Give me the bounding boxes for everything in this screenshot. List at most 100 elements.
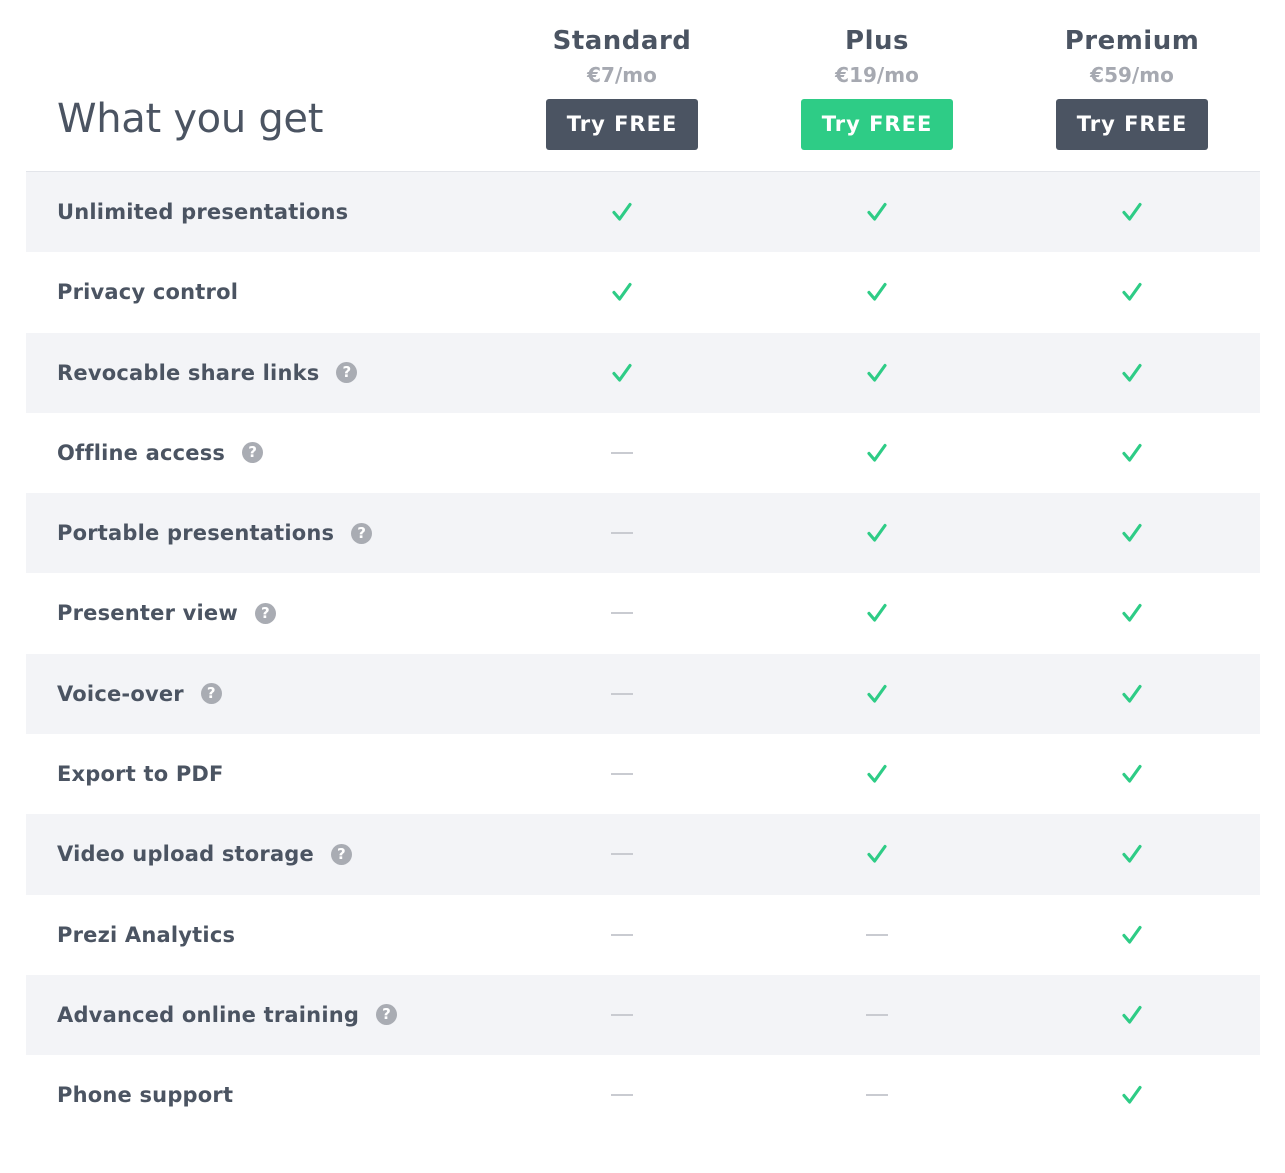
table-header: What you get Standard €7/mo Try FREE Plu… (26, 0, 1260, 172)
table-row: Advanced online training? (26, 974, 1260, 1056)
help-icon[interactable]: ? (336, 362, 358, 384)
plan-availability-cell (847, 172, 907, 252)
check-icon (611, 362, 633, 384)
plan-name: Standard (552, 26, 692, 56)
check-icon (1121, 1004, 1143, 1026)
check-icon (1121, 362, 1143, 384)
help-icon[interactable]: ? (200, 683, 222, 705)
page-title: What you get (57, 96, 324, 142)
check-icon (1121, 843, 1143, 865)
plan-availability-cell (1102, 252, 1162, 332)
check-icon (866, 602, 888, 624)
feature-cell: Video upload storage? (57, 814, 352, 894)
check-icon (866, 362, 888, 384)
feature-label: Prezi Analytics (57, 922, 236, 947)
table-row: Voice-over? (26, 653, 1260, 735)
dash-icon (611, 612, 633, 615)
dash-icon (611, 451, 633, 454)
help-icon[interactable]: ? (351, 522, 373, 544)
check-icon (866, 683, 888, 705)
plan-availability-cell (1102, 413, 1162, 493)
table-row: Offline access? (26, 413, 1260, 493)
table-row: Video upload storage? (26, 814, 1260, 895)
try-free-standard-button[interactable]: Try FREE (546, 99, 698, 150)
feature-cell: Advanced online training? (57, 975, 398, 1055)
check-icon (611, 281, 633, 303)
plan-name: Premium (1064, 26, 1200, 56)
table-row: Prezi Analytics (26, 895, 1260, 975)
plan-availability-cell (847, 333, 907, 413)
feature-label: Offline access (57, 440, 226, 465)
feature-label: Video upload storage (57, 842, 314, 867)
feature-rows: Unlimited presentations Privacy control Re… (26, 172, 1260, 1136)
check-icon (1121, 924, 1143, 946)
dash-icon (611, 532, 633, 535)
plan-availability-cell (592, 895, 652, 975)
dash-icon (866, 1013, 888, 1016)
plan-plus: Plus €19/mo Try FREE (777, 24, 977, 150)
check-icon (1121, 602, 1143, 624)
dash-icon (611, 1094, 633, 1097)
try-free-plus-button[interactable]: Try FREE (801, 99, 953, 150)
check-icon (1121, 281, 1143, 303)
dash-icon (611, 692, 633, 695)
feature-label: Export to PDF (57, 762, 224, 787)
plan-standard: Standard €7/mo Try FREE (522, 24, 722, 150)
dash-icon (611, 773, 633, 776)
try-free-premium-button[interactable]: Try FREE (1056, 99, 1208, 150)
plan-availability-cell (1102, 573, 1162, 653)
feature-cell: Privacy control (57, 252, 238, 332)
feature-label: Privacy control (57, 280, 239, 305)
plan-availability-cell (847, 975, 907, 1055)
check-icon (611, 201, 633, 223)
plan-availability-cell (1102, 975, 1162, 1055)
plan-premium: Premium €59/mo Try FREE (1032, 24, 1232, 150)
feature-cell: Prezi Analytics (57, 895, 235, 975)
plan-availability-cell (592, 654, 652, 734)
check-icon (1121, 522, 1143, 544)
help-icon[interactable]: ? (254, 602, 276, 624)
table-row: Phone support (26, 1055, 1260, 1135)
check-icon (1121, 1084, 1143, 1106)
plan-availability-cell (1102, 172, 1162, 252)
plan-availability-cell (1102, 654, 1162, 734)
feature-label: Presenter view (57, 601, 238, 626)
feature-cell: Phone support (57, 1055, 233, 1135)
table-row: Unlimited presentations (26, 172, 1260, 253)
plan-availability-cell (592, 172, 652, 252)
help-icon[interactable]: ? (242, 442, 264, 464)
feature-cell: Export to PDF (57, 734, 224, 814)
feature-label: Revocable share links (57, 360, 320, 385)
plan-availability-cell (592, 975, 652, 1055)
plan-name: Plus (845, 26, 909, 56)
plan-availability-cell (1102, 333, 1162, 413)
plan-availability-cell (847, 734, 907, 814)
table-row: Portable presentations? (26, 493, 1260, 574)
dash-icon (611, 933, 633, 936)
plan-availability-cell (592, 573, 652, 653)
feature-label: Phone support (57, 1083, 234, 1108)
plan-availability-cell (847, 895, 907, 975)
dash-icon (866, 1094, 888, 1097)
plan-availability-cell (1102, 895, 1162, 975)
help-icon[interactable]: ? (376, 1004, 398, 1026)
dash-icon (611, 853, 633, 856)
plan-price: €7/mo (587, 63, 657, 87)
plan-availability-cell (592, 1055, 652, 1135)
help-icon[interactable]: ? (330, 843, 352, 865)
feature-cell: Portable presentations? (57, 493, 373, 573)
plan-availability-cell (847, 1055, 907, 1135)
check-icon (1121, 683, 1143, 705)
feature-label: Advanced online training (57, 1002, 360, 1027)
plan-availability-cell (1102, 1055, 1162, 1135)
plan-availability-cell (592, 734, 652, 814)
plan-availability-cell (592, 814, 652, 894)
plan-availability-cell (847, 573, 907, 653)
feature-cell: Presenter view? (57, 573, 276, 653)
feature-cell: Revocable share links? (57, 333, 358, 413)
feature-label: Unlimited presentations (57, 200, 349, 224)
check-icon (866, 763, 888, 785)
feature-cell: Unlimited presentations (57, 172, 348, 252)
plan-availability-cell (592, 493, 652, 573)
table-row: Presenter view? (26, 573, 1260, 653)
